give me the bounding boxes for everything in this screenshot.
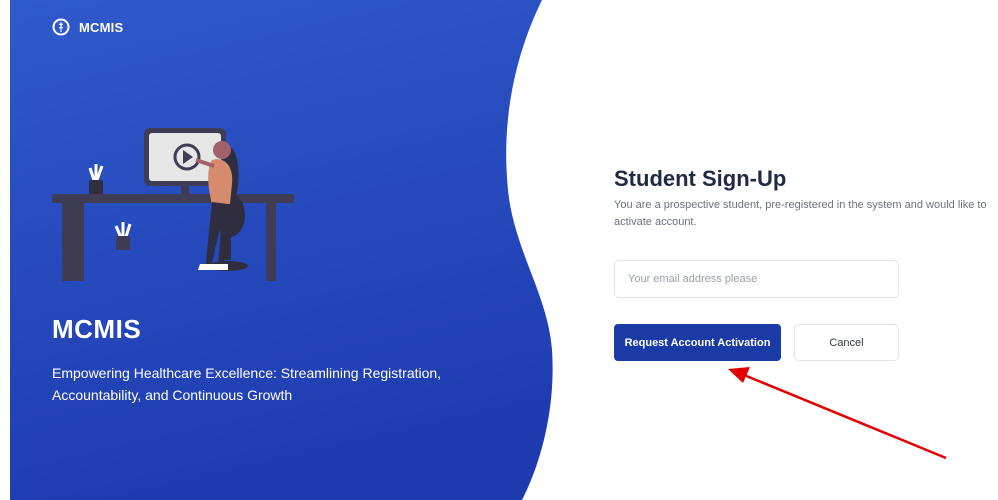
caduceus-logo-icon xyxy=(52,18,70,36)
request-activation-button[interactable]: Request Account Activation xyxy=(614,324,781,361)
brand: MCMIS xyxy=(52,18,123,36)
form-subtitle: You are a prospective student, pre-regis… xyxy=(614,199,987,228)
hero-title: MCMIS xyxy=(52,314,142,344)
cancel-button[interactable]: Cancel xyxy=(794,324,899,361)
brand-name: MCMIS xyxy=(79,19,124,35)
hero-tagline: Empowering Healthcare Excellence: Stream… xyxy=(52,365,442,403)
form-title: Student Sign-Up xyxy=(614,166,787,191)
email-field[interactable] xyxy=(614,260,899,298)
person-watching-video-illustration xyxy=(52,128,294,281)
signup-form: Student Sign-Up You are a prospective st… xyxy=(614,166,998,231)
hero-panel: MCMIS MCMIS Empowering Healthcare Excell… xyxy=(0,0,998,500)
